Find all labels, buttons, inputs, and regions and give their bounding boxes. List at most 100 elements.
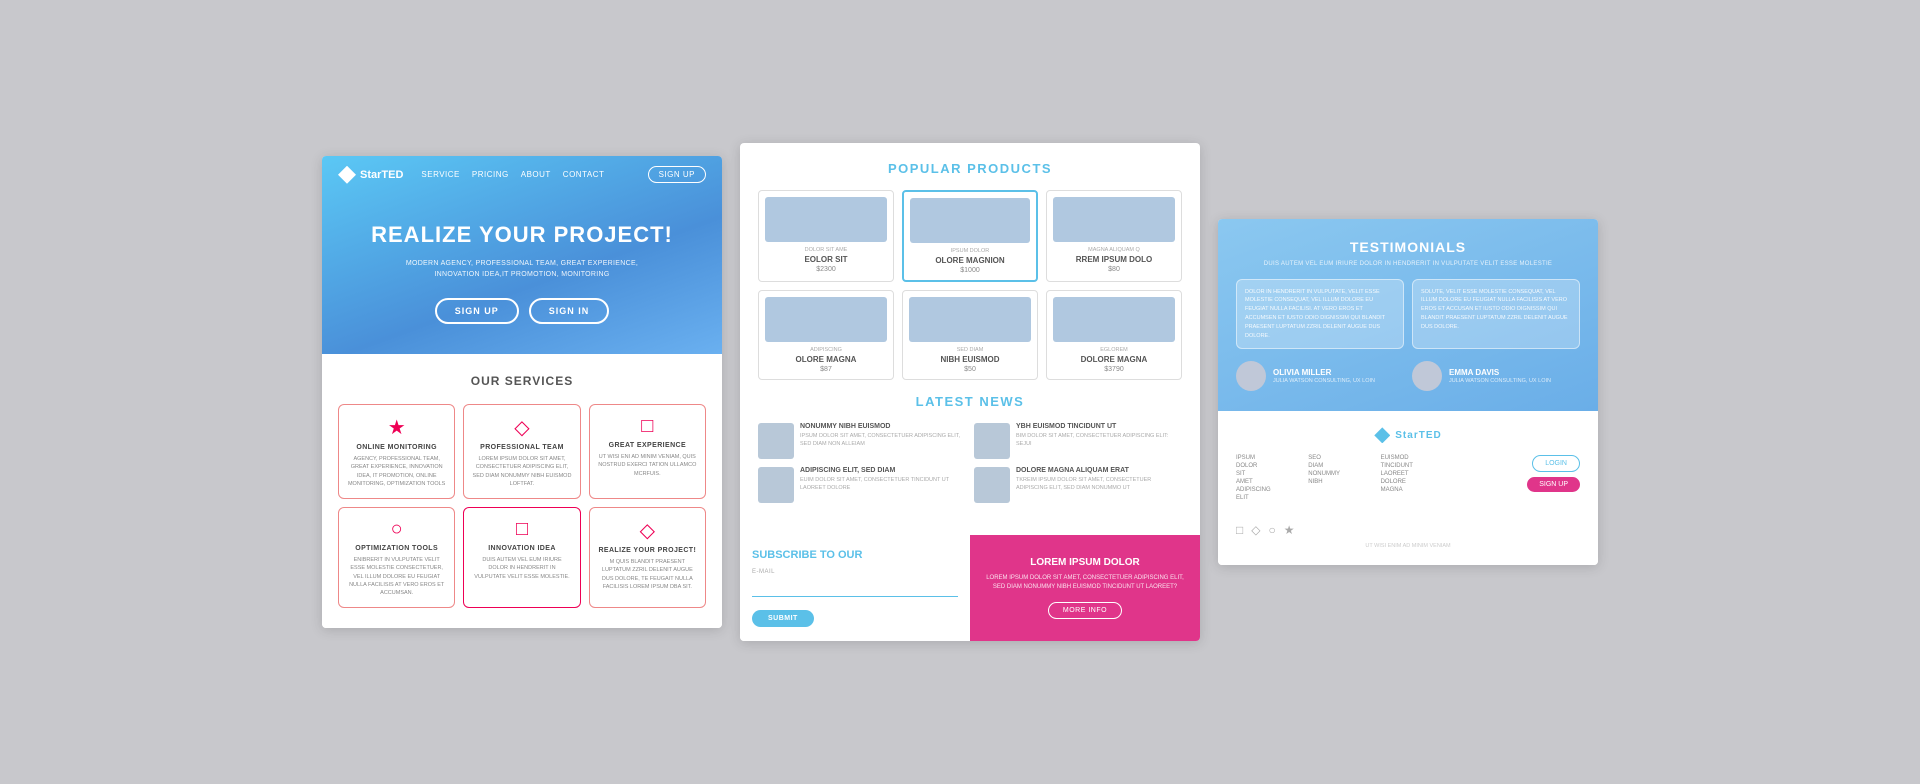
svc-desc-3: UT WISI ENI AD MINIM VENIAM, QUIS NOSTRU…	[598, 453, 697, 478]
testimonials-cards: DOLOR IN HENDRERIT IN VULPUTATE, VELIT E…	[1236, 279, 1580, 350]
footer-col-2-item-2: DIAM	[1308, 463, 1374, 469]
news-item-3: ADIPISCING ELIT, SED DIAM EUIM DOLOR SIT…	[758, 467, 966, 503]
product-price-3: $80	[1053, 266, 1175, 273]
svc-title-2: PROFESSIONAL TEAM	[472, 444, 571, 451]
panel3-footer: StarTED IPSUM DOLOR SIT AMET ADIPISCING …	[1218, 411, 1598, 565]
product-label-5: SED DIAM	[909, 347, 1031, 353]
services-section: OUR SERVICES ★ ONLINE MONITORING AGENCY,…	[322, 354, 722, 628]
author-info-1: OLIVIA MILLER JULIA WATSON CONSULTING, U…	[1273, 368, 1375, 384]
test-card-2: SOLUTE, VELIT ESSE MOLESTIE CONSEQUAT, V…	[1412, 279, 1580, 350]
service-card-4: ○ OPTIMIZATION TOOLS ENIBRERIT IN VULPUT…	[338, 507, 455, 608]
news-text-3: ADIPISCING ELIT, SED DIAM EUIM DOLOR SIT…	[800, 467, 966, 493]
product-name-6: DOLORE MAGNA	[1053, 355, 1175, 364]
svc-title-5: INNOVATION IDEA	[472, 545, 571, 552]
author-avatar-2	[1412, 361, 1442, 391]
news-thumb-3	[758, 467, 794, 503]
diamond-icon-6: ◇	[598, 518, 697, 543]
product-name-5: NIBH EUISMOD	[909, 355, 1031, 364]
authors-row: OLIVIA MILLER JULIA WATSON CONSULTING, U…	[1236, 361, 1580, 391]
product-2: IPSUM DOLOR OLORE MAGNION $1000	[902, 190, 1038, 282]
product-label-4: ADIPISCING	[765, 347, 887, 353]
footer-col-1-item-1: IPSUM	[1236, 455, 1302, 461]
products-grid: DOLOR SIT AME EOLOR SIT $2300 IPSUM DOLO…	[758, 190, 1182, 380]
subscribe-title: SUBSCRIBE TO OUR	[752, 549, 958, 561]
products-title: POPULAR PRODUCTS	[758, 161, 1182, 176]
news-thumb-2	[974, 423, 1010, 459]
nav-service[interactable]: SERVICE	[421, 170, 459, 179]
news-list: NONUMMY NIBH EUISMOD IPSUM DOLOR SIT AME…	[758, 423, 1182, 503]
product-6: EGLOREM DOLORE MAGNA $3790	[1046, 290, 1182, 380]
product-price-6: $3790	[1053, 366, 1175, 373]
author-avatar-1	[1236, 361, 1266, 391]
hero-section: StarTED SERVICE PRICING ABOUT CONTACT SI…	[322, 156, 722, 354]
product-price-4: $87	[765, 366, 887, 373]
service-card-3: □ GREAT EXPERIENCE UT WISI ENI AD MINIM …	[589, 404, 706, 499]
author-role-1: JULIA WATSON CONSULTING, UX LOIN	[1273, 378, 1375, 384]
nav-contact[interactable]: CONTACT	[563, 170, 605, 179]
footer-signup-button[interactable]: SIGN UP	[1527, 477, 1580, 492]
panel-landing: StarTED SERVICE PRICING ABOUT CONTACT SI…	[322, 156, 722, 629]
nav-pricing[interactable]: PRICING	[472, 170, 509, 179]
product-name-3: RREM IPSUM DOLO	[1053, 255, 1175, 264]
service-card-1: ★ ONLINE MONITORING AGENCY, PROFESSIONAL…	[338, 404, 455, 499]
product-thumb-3	[1053, 197, 1175, 242]
footer-col-2-item-3: NONUMMY	[1308, 471, 1374, 477]
navbar: StarTED SERVICE PRICING ABOUT CONTACT SI…	[322, 156, 722, 194]
hero-signup-button[interactable]: SIGN UP	[435, 298, 519, 324]
circle-icon-4: ○	[347, 518, 446, 541]
footer-col-1-item-5: ADIPISCING	[1236, 487, 1302, 493]
subscribe-submit-button[interactable]: SUBMIT	[752, 610, 814, 627]
hero-signin-button[interactable]: SIGN IN	[529, 298, 610, 324]
footer-col-2: SEO DIAM NONUMMY NIBH	[1308, 455, 1374, 503]
test-card-1: DOLOR IN HENDRERIT IN VULPUTATE, VELIT E…	[1236, 279, 1404, 350]
service-card-2: ◇ PROFESSIONAL TEAM LOREM IPSUM DOLOR SI…	[463, 404, 580, 499]
news-item-2: YBH EUISMOD TINCIDUNT UT BIM DOLOR SIT A…	[974, 423, 1182, 459]
footer-col-1-item-3: SIT	[1236, 471, 1302, 477]
product-thumb-2	[910, 198, 1030, 243]
footer-cols: IPSUM DOLOR SIT AMET ADIPISCING ELIT SEO…	[1236, 455, 1519, 503]
footer-buttons: LOGIN SIGN UP	[1527, 455, 1580, 492]
news-item-desc-3: EUIM DOLOR SIT AMET, CONSECTETUER TINCID…	[800, 476, 966, 493]
nav-links: SERVICE PRICING ABOUT CONTACT	[421, 170, 604, 179]
news-item-4: DOLORE MAGNA ALIQUAM ERAT TKREIM IPSUM D…	[974, 467, 1182, 503]
author-info-2: EMMA DAVIS JULIA WATSON CONSULTING, UX L…	[1449, 368, 1551, 384]
star-icon: ★	[347, 415, 446, 440]
product-3: MAGNA ALIQUAM Q RREM IPSUM DOLO $80	[1046, 190, 1182, 282]
svc-desc-6: M QUIS BLANDIT PRAESENT LUPTATUM ZZRIL D…	[598, 558, 697, 591]
services-grid: ★ ONLINE MONITORING AGENCY, PROFESSIONAL…	[338, 404, 706, 608]
product-thumb-4	[765, 297, 887, 342]
hero-content: REALIZE YOUR PROJECT! MODERN AGENCY, PRO…	[322, 194, 722, 354]
news-row-1: NONUMMY NIBH EUISMOD IPSUM DOLOR SIT AME…	[758, 423, 1182, 459]
news-row-2: ADIPISCING ELIT, SED DIAM EUIM DOLOR SIT…	[758, 467, 1182, 503]
nav-about[interactable]: ABOUT	[521, 170, 551, 179]
footer-col-1: IPSUM DOLOR SIT AMET ADIPISCING ELIT	[1236, 455, 1302, 503]
cta-title: LOREM IPSUM DOLOR	[1030, 557, 1139, 568]
news-item-desc-1: IPSUM DOLOR SIT AMET, CONSECTETUER ADIPI…	[800, 432, 966, 449]
test-card-text-1: DOLOR IN HENDRERIT IN VULPUTATE, VELIT E…	[1245, 288, 1395, 341]
news-text-2: YBH EUISMOD TINCIDUNT UT BIM DOLOR SIT A…	[1016, 423, 1182, 449]
cta-more-button[interactable]: MORE INFO	[1048, 602, 1122, 619]
news-item-desc-2: BIM DOLOR SIT AMET, CONSECTETUER ADIPISC…	[1016, 432, 1182, 449]
footer-logo-icon	[1374, 427, 1390, 443]
footer-login-button[interactable]: LOGIN	[1532, 455, 1580, 472]
footer-logo-row: StarTED	[1236, 427, 1580, 443]
product-name-1: EOLOR SIT	[765, 255, 887, 264]
news-text-1: NONUMMY NIBH EUISMOD IPSUM DOLOR SIT AME…	[800, 423, 966, 449]
footer-col-3: EUISMOD TINCIDUNT LAOREET DOLORE MAGNA	[1381, 455, 1447, 503]
svc-desc-2: LOREM IPSUM DOLOR SIT AMET, CONSECTETUER…	[472, 455, 571, 488]
footer-icons: □ ◇ ○ ★	[1236, 523, 1580, 537]
hero-title: REALIZE YOUR PROJECT!	[342, 222, 702, 248]
svc-title-6: REALIZE YOUR PROJECT!	[598, 547, 697, 554]
subscribe-input[interactable]	[752, 583, 958, 597]
news-title: LATEST NEWS	[758, 394, 1182, 409]
footer-col-1-item-6: ELIT	[1236, 495, 1302, 501]
cta-desc: LOREM IPSUM DOLOR SIT AMET, CONSECTETUER…	[982, 574, 1188, 592]
nav-signup-button[interactable]: SIGN UP	[648, 166, 706, 183]
square-icon-3: □	[598, 415, 697, 438]
product-label-2: IPSUM DOLOR	[910, 248, 1030, 254]
footer-col-2-item-1: SEO	[1308, 455, 1374, 461]
footer-col-3-item-2: TINCIDUNT	[1381, 463, 1447, 469]
news-text-4: DOLORE MAGNA ALIQUAM ERAT TKREIM IPSUM D…	[1016, 467, 1182, 493]
hero-buttons: SIGN UP SIGN IN	[342, 298, 702, 324]
subscribe-box: SUBSCRIBE TO OUR E-MAIL SUBMIT	[740, 535, 970, 641]
